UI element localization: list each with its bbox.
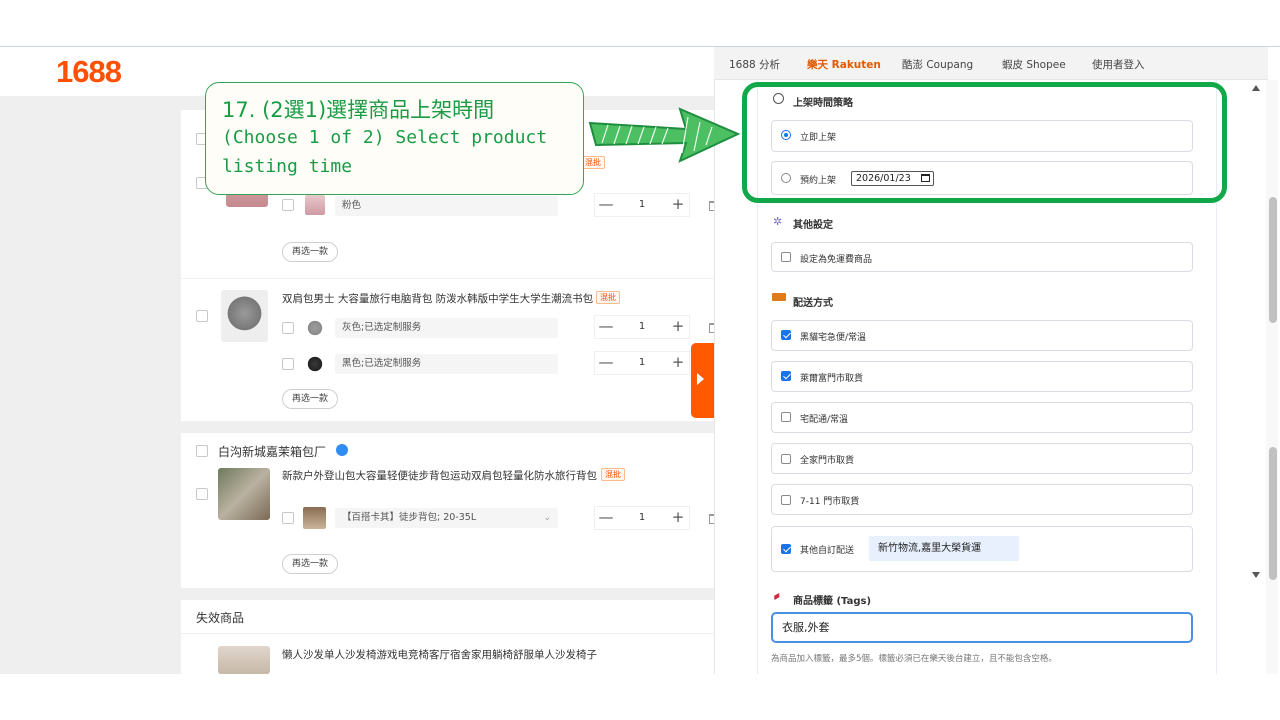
variant-select[interactable]: 【百搭卡其】徒步背包; 20-35L ⌄ [335,508,558,528]
custom-carrier-input[interactable]: 新竹物流,嘉里大榮貨運 [869,536,1019,561]
invalid-items-card: 失效商品 懒人沙发单人沙发椅游戏电竞椅客厅宿舍家用躺椅舒服单人沙发椅子 [181,600,714,674]
variant-thumbnail [305,354,325,374]
variant-label[interactable]: 灰色;已选定制服务 [335,318,558,338]
tags-input[interactable]: 衣服,外套 [771,612,1193,643]
scrollbar-track[interactable] [1266,80,1278,674]
tab-rakuten[interactable]: 樂天 Rakuten [807,57,881,72]
shipping-label: 全家門市取貨 [800,456,855,466]
shipping-checkbox[interactable] [781,330,791,340]
arrow-icon [588,107,740,163]
callout-title-zh: 17. (2選1)選擇商品上架時間 [222,98,495,122]
panel-toggle-button[interactable] [691,343,714,418]
reselect-button[interactable]: 再选一款 [282,554,339,574]
shipping-label: 7-11 門市取貨 [800,497,860,507]
other-settings-heading: 其他設定 [793,220,833,231]
shipping-checkbox[interactable] [781,412,791,422]
variant-thumbnail [303,507,326,529]
highlight-box [742,82,1227,203]
qty-minus-button[interactable]: — [594,315,618,339]
chat-icon[interactable] [336,444,348,456]
qty-value[interactable]: 1 [620,351,664,375]
product-title[interactable]: 双肩包男士 大容量旅行电脑背包 防泼水韩版中学生大学生潮流书包 [282,291,593,306]
callout-text-en: listing time [222,156,353,177]
item-checkbox[interactable] [196,488,208,500]
shipping-checkbox[interactable] [781,454,791,464]
free-shipping-label: 設定為免運費商品 [800,255,873,265]
qty-plus-button[interactable]: + [666,315,690,339]
qty-value[interactable]: 1 [620,315,664,339]
scrollbar-thumb[interactable] [1269,197,1277,323]
qty-minus-button[interactable]: — [594,506,618,530]
shipping-label: 萊爾富門市取貨 [800,374,864,384]
variant-checkbox[interactable] [282,199,294,211]
invalid-items-heading: 失效商品 [196,611,245,625]
gear-icon: ✲ [773,215,783,228]
tab-shopee[interactable]: 蝦皮 Shopee [1002,57,1066,72]
qty-plus-button[interactable]: + [666,351,690,375]
free-shipping-checkbox[interactable] [781,252,791,262]
mixed-batch-badge: 混批 [596,291,620,304]
shop-name[interactable]: 白沟新城嘉茉箱包厂 [218,443,326,460]
product-title[interactable]: 懒人沙发单人沙发椅游戏电竞椅客厅宿舍家用躺椅舒服单人沙发椅子 [282,647,597,662]
shop-checkbox[interactable] [196,445,208,457]
reselect-button[interactable]: 再选一款 [282,242,339,262]
divider [181,633,714,634]
product-image[interactable] [218,468,270,520]
tags-hint: 為商品加入標籤，最多5個。標籤必須已在樂天後台建立，且不能包含空格。 [771,654,1057,664]
variant-checkbox[interactable] [282,322,294,334]
scroll-down-icon[interactable] [1252,572,1260,578]
chevron-right-icon [697,373,704,385]
qty-value[interactable]: 1 [620,193,664,217]
chevron-down-icon: ⌄ [543,513,551,523]
tags-heading: 商品標籤 (Tags) [793,596,872,607]
truck-icon [772,293,786,301]
shipping-checkbox[interactable] [781,371,791,381]
qty-value[interactable]: 1 [620,506,664,530]
qty-minus-button[interactable]: — [594,193,618,217]
scrollbar-thumb[interactable] [1269,447,1277,580]
mixed-batch-badge: 混批 [601,468,625,481]
custom-shipping-checkbox[interactable] [781,544,791,554]
item-checkbox[interactable] [196,310,208,322]
shipping-checkbox[interactable] [781,495,791,505]
variant-checkbox[interactable] [282,358,294,370]
custom-shipping-label: 其他自訂配送 [800,546,855,556]
variant-thumbnail [305,195,325,215]
cart-item-card: 双肩包男士 大容量旅行电脑背包 防泼水韩版中学生大学生潮流书包 混批 灰色;已选… [181,278,715,421]
platform-tabs [714,47,1268,80]
reselect-button[interactable]: 再选一款 [282,389,339,409]
product-image[interactable] [218,646,270,674]
variant-thumbnail [305,318,325,338]
tab-coupang[interactable]: 酷澎 Coupang [902,57,973,72]
variant-label: 【百搭卡其】徒步背包; 20-35L [342,512,477,523]
product-title[interactable]: 新款户外登山包大容量轻便徒步背包运动双肩包轻量化防水旅行背包 [282,468,597,483]
shipping-label: 宅配通/常溫 [800,415,849,425]
variant-checkbox[interactable] [282,512,294,524]
1688-logo[interactable]: 1688 [56,54,122,90]
shipping-heading: 配送方式 [793,298,833,309]
bottom-bar [0,674,1280,720]
scroll-up-icon[interactable] [1252,85,1260,91]
tab-1688-analysis[interactable]: 1688 分析 [729,57,780,72]
qty-plus-button[interactable]: + [666,193,690,217]
qty-plus-button[interactable]: + [666,506,690,530]
product-image[interactable] [221,290,268,342]
cart-shop-card: 白沟新城嘉茉箱包厂 新款户外登山包大容量轻便徒步背包运动双肩包轻量化防水旅行背包… [181,433,715,588]
variant-label[interactable]: 粉色 [335,196,558,216]
variant-label[interactable]: 黑色;已选定制服务 [335,354,558,374]
tab-user-login[interactable]: 使用者登入 [1092,57,1145,72]
callout-text-en: (Choose 1 of 2) Select product [222,127,548,148]
qty-minus-button[interactable]: — [594,351,618,375]
shipping-label: 黑貓宅急便/常溫 [800,333,867,343]
